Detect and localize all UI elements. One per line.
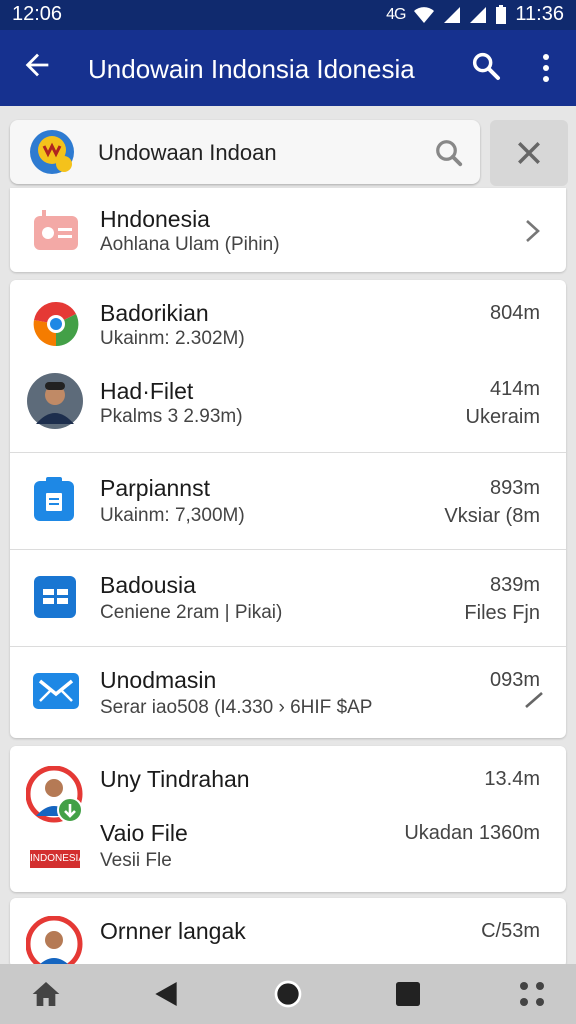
recents-icon[interactable] (392, 978, 424, 1010)
group-size: 13.4m (484, 768, 540, 790)
battery-icon (496, 4, 507, 24)
list-item[interactable]: Parpiannst Ukainm: 7,300M) 893m Vksiar (… (10, 453, 566, 549)
list-item-subtitle: Ceniene 2ram | Pikai) (100, 602, 283, 623)
chevron-icon (525, 692, 543, 708)
chevron-right-icon (526, 220, 540, 242)
featured-title: Hndonesia (100, 206, 210, 232)
search-icon[interactable] (434, 138, 464, 168)
back-icon[interactable] (150, 978, 182, 1010)
list-item-size: 414m (489, 378, 540, 400)
status-time: 12:06 (12, 3, 63, 25)
list-item-size: 804m (489, 302, 540, 324)
app-logo-icon (30, 130, 74, 174)
list-item-size: C/53m (481, 920, 540, 942)
list-item-size: 893m (489, 477, 540, 499)
signal-icon-2 (470, 6, 487, 23)
list-item-detail: Ukeraim (465, 406, 540, 428)
app-bar: Undowain Indonsia Idonesia (0, 30, 576, 106)
list-item-subtitle: Ukainm: 7,300M) (100, 505, 245, 526)
list-item[interactable]: Unodmasin Serar iao508 (I4.330 › 6HIF $A… (10, 647, 566, 738)
group-item[interactable]: Uny Tindrahan 13.4m INDONESIA Vaio File … (10, 746, 566, 892)
search-input[interactable]: Undowaan Indoan (10, 120, 480, 184)
home-circle-icon[interactable] (272, 978, 304, 1010)
search-query[interactable]: Undowaan Indoan (98, 140, 277, 166)
avatar (26, 766, 83, 823)
list-item-subtitle: Pkalms 3 2.93m) (100, 406, 243, 427)
page-title: Undowain Indonsia Idonesia (88, 54, 415, 84)
featured-subtitle: Aohlana Ulam (Pihin) (100, 234, 280, 255)
network-type-label: 4G (386, 5, 406, 23)
clear-search-button[interactable] (490, 120, 568, 186)
system-nav-bar (0, 964, 576, 1024)
list-item[interactable]: Badousia Ceniene 2ram | Pikai) 839m File… (10, 550, 566, 646)
list-item-detail: Vksiar (8m (444, 505, 540, 527)
list-item[interactable]: Badorikian Ukainm: 2.302M) 804m (10, 280, 566, 362)
mail-icon (33, 673, 79, 709)
wifi-icon (414, 6, 435, 23)
list-item-title: Badousia (100, 572, 196, 598)
list-item-title: Badorikian (100, 300, 209, 326)
list-item-detail: Files Fjn (464, 602, 540, 624)
flag-badge: INDONESIA (30, 850, 80, 868)
status-icons: 4G 11:36 (386, 3, 564, 26)
more-vert-icon[interactable] (534, 52, 558, 84)
status-bar: 12:06 4G 11:36 (0, 0, 576, 30)
list-item-size: 839m (489, 574, 540, 596)
list-item-title: Had·Filet (100, 378, 194, 404)
featured-item[interactable]: Hndonesia Aohlana Ulam (Pihin) (10, 188, 566, 272)
close-icon (518, 142, 540, 164)
list-item-subtitle: Serar iao508 (I4.330 › 6HIF $AP (100, 697, 373, 718)
clipboard-icon (34, 477, 74, 521)
file-list: Badorikian Ukainm: 2.302M) 804m Had·File… (10, 280, 566, 738)
radio-icon (34, 210, 78, 250)
files-icon (34, 576, 76, 618)
list-item-title: Unodmasin (100, 667, 217, 693)
list-item[interactable]: Had·Filet Pkalms 3 2.93m) 414m Ukeraim (10, 362, 566, 452)
flag-label: INDONESIA (30, 853, 80, 864)
status-clock: 11:36 (515, 3, 564, 25)
file-title: Vaio File (100, 820, 188, 846)
list-item-title: Parpiannst (100, 475, 210, 501)
file-size: Ukadan 1360m (404, 822, 540, 844)
avatar (26, 916, 83, 968)
file-subtitle: Vesii Fle (100, 850, 172, 871)
list-item-subtitle: Ukainm: 2.302M) (100, 328, 245, 349)
signal-icon (444, 6, 461, 23)
list-item-title: Ornner langak (100, 918, 246, 944)
home-icon[interactable] (30, 978, 62, 1010)
apps-grid-icon[interactable] (516, 978, 548, 1010)
chrome-icon (33, 301, 79, 347)
avatar (27, 373, 83, 429)
list-item[interactable]: Ornner langak C/53m (10, 898, 566, 968)
back-arrow-icon[interactable] (20, 48, 54, 82)
group-title: Uny Tindrahan (100, 766, 250, 792)
search-icon[interactable] (470, 50, 502, 82)
